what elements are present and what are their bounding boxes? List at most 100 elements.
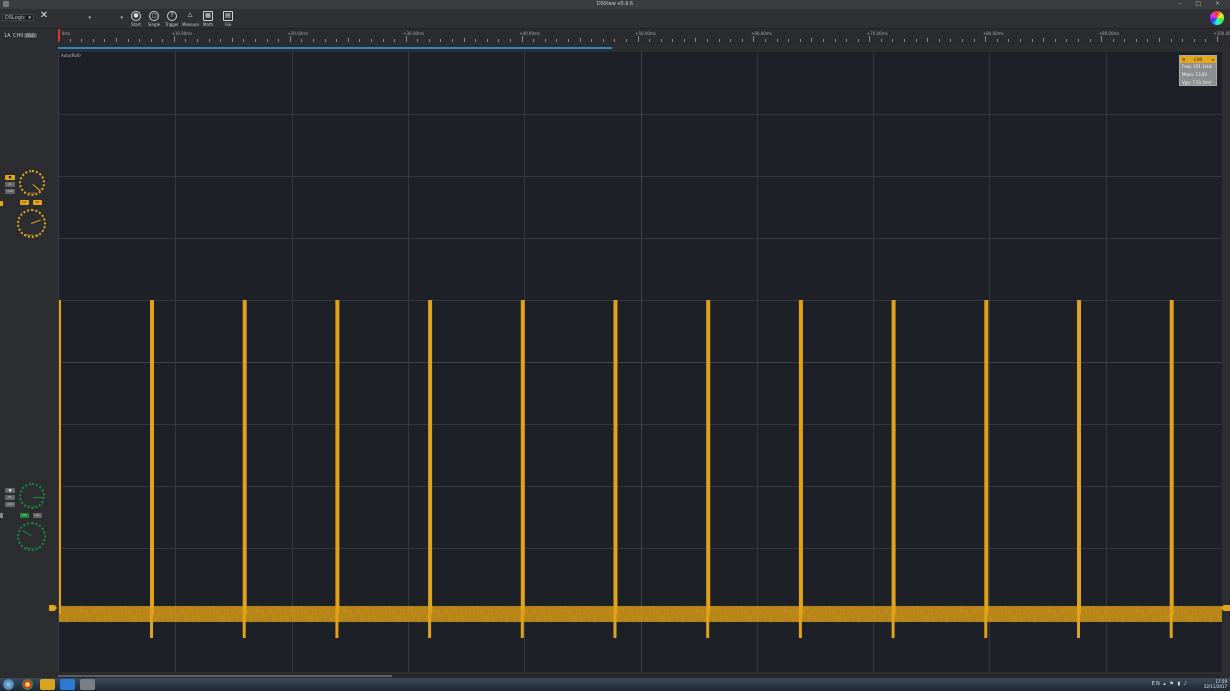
ch1-x1-button[interactable]: x1	[5, 495, 15, 500]
ruler-tick	[231, 38, 233, 42]
start-button[interactable]: ● Start	[128, 11, 144, 27]
trace-pulse-dip	[428, 614, 432, 638]
ruler-tick	[440, 39, 442, 42]
ruler-tick	[1077, 39, 1079, 42]
ch0-ac-button[interactable]: AC	[33, 200, 42, 205]
ch0-vdiv-knob[interactable]: 1V/div	[19, 170, 45, 196]
ruler-tick	[834, 39, 836, 42]
ch1-offset-label: Offset: 0V	[24, 546, 39, 550]
trigger-icon: ?	[167, 11, 177, 21]
ruler-tick	[683, 39, 685, 42]
ruler-tick	[1170, 39, 1172, 42]
ruler-tick	[1089, 39, 1091, 42]
single-button[interactable]: ○ Single	[146, 11, 162, 27]
waveform-trace	[59, 300, 1222, 638]
os-taskbar: EN ▴ ⚑ ▮ ♪ 17:59 22/11/2017	[0, 678, 1230, 691]
ruler-tick	[996, 39, 998, 42]
system-tray[interactable]: EN ▴ ⚑ ▮ ♪	[1152, 681, 1188, 687]
ruler-tick	[1043, 38, 1045, 42]
ruler-tick	[370, 39, 372, 42]
ruler-tick	[1054, 39, 1056, 42]
ch0-enable-button[interactable]: ■	[5, 175, 15, 180]
measure-button[interactable]: △ Measure	[182, 11, 199, 27]
options-button[interactable]: ✕	[36, 11, 52, 22]
chevron-down-icon[interactable]: ▾	[1212, 56, 1214, 63]
settings-icon[interactable]: ⚙	[1182, 56, 1186, 63]
ch1-dc-button[interactable]: DC	[20, 513, 29, 518]
ch0-offset-label: Offset: 0V	[24, 233, 39, 237]
ruler-tick	[510, 39, 511, 42]
waveform-plot[interactable]: Auto(Roll)	[58, 52, 1222, 672]
ch1-x10-button[interactable]: x10	[5, 502, 15, 507]
trace-pulse	[613, 300, 618, 614]
ruler-tick	[289, 36, 291, 42]
ruler-tick	[394, 39, 396, 42]
ch1-vdiv-label: 1V/div	[27, 504, 37, 508]
ruler-tick	[185, 39, 187, 42]
ruler-tick	[556, 39, 558, 42]
ruler-tick	[741, 39, 743, 42]
ruler-tick	[417, 39, 419, 42]
ch1-offset-knob[interactable]: Offset: 0V	[17, 522, 46, 551]
math-button[interactable]: ▦ Math	[200, 11, 216, 27]
color-wheel-icon[interactable]	[1210, 11, 1224, 25]
trigger-level-marker[interactable]	[1221, 605, 1230, 611]
dsview-taskbar-icon[interactable]	[60, 679, 75, 690]
device-select[interactable]: DSLogic ▾	[2, 14, 34, 21]
ruler-tick	[1031, 39, 1033, 42]
ch1-enable-button[interactable]: ■	[5, 488, 15, 493]
ruler-tick	[602, 39, 604, 42]
trace-pulse-dip	[706, 614, 710, 638]
ch0-marker	[0, 201, 3, 206]
ruler-tick	[382, 39, 384, 42]
ruler-tick	[139, 39, 141, 42]
scrollbar-thumb[interactable]	[58, 675, 392, 677]
ruler-tick	[197, 39, 199, 42]
window-controls[interactable]: – □ ×	[1178, 0, 1226, 7]
ruler-tick	[104, 39, 106, 42]
trigger-position-marker[interactable]	[58, 29, 60, 41]
ruler-tick	[1008, 39, 1010, 42]
trigger-button[interactable]: ? Trigger	[164, 11, 180, 27]
time-ruler[interactable]: 0ms +10.00ms +20.00ms +30.00ms +40.00ms +50.0…	[57, 29, 1230, 44]
clock[interactable]: 17:59 22/11/2017	[1204, 679, 1227, 689]
ruler-tick	[672, 39, 674, 42]
panel-header-label: 1A	[4, 33, 11, 39]
ruler-tick	[880, 39, 882, 42]
ch1-ac-button[interactable]: AC	[33, 513, 42, 518]
sample-depth-select[interactable]: ▾	[52, 14, 94, 21]
ruler-tick	[1135, 39, 1137, 42]
ch0-dc-button[interactable]: DC	[20, 200, 29, 205]
ruler-tick	[579, 38, 581, 42]
ch0-offset-knob[interactable]: Offset: 0V	[17, 209, 46, 238]
ch1-marker	[0, 513, 3, 518]
start-menu-icon[interactable]	[3, 679, 14, 690]
ch0-x1-button[interactable]: x1	[5, 182, 15, 187]
chrome-icon[interactable]	[22, 679, 33, 690]
trace-pulse	[1077, 300, 1081, 614]
ruler-tick	[521, 36, 523, 42]
sample-rate-select[interactable]: ▾	[96, 14, 126, 21]
ruler-tick	[649, 39, 651, 42]
ruler-tick	[278, 39, 280, 42]
panel-header-ch: CH0	[13, 33, 24, 39]
ruler-tick	[92, 39, 94, 42]
file-label: File	[224, 22, 232, 27]
ruler-tick	[591, 39, 593, 42]
chevron-down-icon: ▾	[120, 15, 123, 21]
measure-panel[interactable]: ⚙ CH0 ▾ Freq: 101.1kHz Mean: 13.6V Vpp: …	[1179, 55, 1217, 86]
ch0-x10-button[interactable]: x10	[5, 189, 15, 194]
ruler-tick	[846, 39, 848, 42]
trigger-label: Trigger	[165, 22, 179, 27]
file-button[interactable]: ▤ File	[220, 11, 236, 27]
explorer-icon[interactable]	[40, 679, 55, 690]
ch1-vdiv-knob[interactable]: 1V/div	[19, 483, 45, 509]
single-icon: ○	[149, 11, 159, 21]
trace-pulse-dip	[242, 614, 246, 638]
ruler-tick	[764, 39, 766, 42]
ruler-tick	[938, 39, 940, 42]
app-taskbar-icon[interactable]	[80, 679, 95, 690]
ruler-tick	[799, 39, 801, 42]
ruler-tick	[567, 39, 569, 42]
trace-pulse	[1169, 300, 1174, 614]
